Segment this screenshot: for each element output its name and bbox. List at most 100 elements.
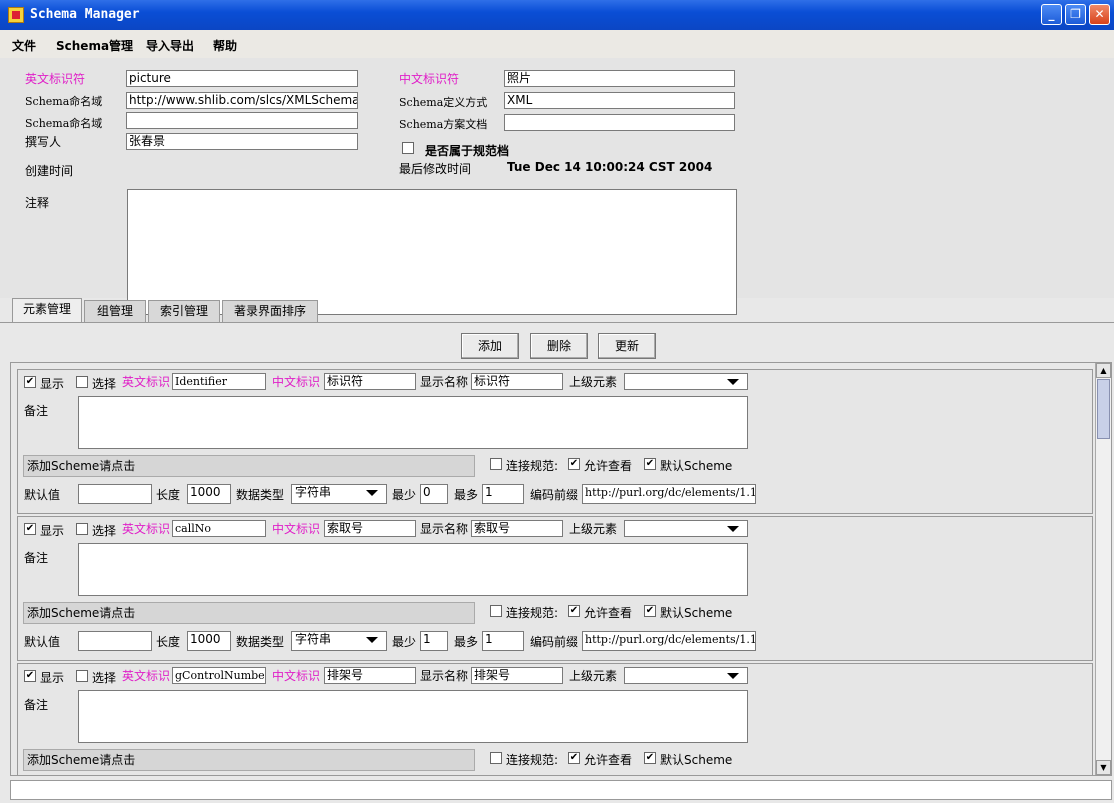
element-panel: ✔ 显示 选择 英文标识 Identifier 中文标识 标识符 显示名称 标识… — [17, 369, 1093, 514]
default-value-input[interactable] — [78, 631, 152, 651]
default-scheme-checkbox[interactable]: ✔ — [644, 605, 656, 617]
length-label: 长度 — [156, 488, 181, 502]
en-id-input[interactable]: picture — [126, 70, 358, 87]
chevron-down-icon — [366, 637, 378, 643]
data-type-select[interactable]: 字符串 — [291, 631, 387, 651]
select-checkbox[interactable] — [76, 523, 88, 535]
chevron-down-icon — [366, 490, 378, 496]
max-input[interactable]: 1 — [482, 484, 524, 504]
tab-element-management[interactable]: 元素管理 — [12, 298, 82, 323]
document-input[interactable] — [504, 114, 735, 131]
en-id-label: 英文标识 — [122, 375, 171, 389]
definition-input[interactable]: XML — [504, 92, 735, 109]
maximize-button[interactable]: ❐ — [1065, 4, 1086, 25]
en-id-label: 英文标识 — [122, 669, 171, 683]
show-checkbox[interactable]: ✔ — [24, 670, 36, 682]
cn-id-input[interactable]: 照片 — [504, 70, 735, 87]
title-bar: Schema Manager _ ❐ ✕ — [0, 0, 1114, 30]
norm-checkbox[interactable] — [402, 142, 414, 154]
parent-select[interactable] — [624, 520, 748, 537]
note-textarea[interactable] — [127, 189, 737, 315]
document-label: Schema方案文档 — [399, 118, 488, 131]
tab-catalog-order[interactable]: 著录界面排序 — [222, 300, 318, 323]
update-button[interactable]: 更新 — [598, 333, 656, 359]
remark-textarea[interactable] — [78, 396, 748, 449]
encoding-prefix-label: 编码前缀 — [530, 488, 579, 502]
length-input[interactable]: 1000 — [187, 484, 231, 504]
remark-textarea[interactable] — [78, 543, 748, 596]
namespace-input[interactable]: http://www.shlib.com/slcs/XMLSchema — [126, 92, 358, 109]
author-label: 撰写人 — [25, 135, 62, 149]
vertical-scrollbar[interactable]: ▲ ▼ — [1095, 363, 1111, 775]
menu-import-export[interactable]: 导入导出 — [146, 37, 194, 54]
modified-label: 最后修改时间 — [399, 162, 472, 176]
encoding-prefix-label: 编码前缀 — [530, 635, 579, 649]
max-input[interactable]: 1 — [482, 631, 524, 651]
min-input[interactable]: 0 — [420, 484, 448, 504]
data-type-value: 字符串 — [295, 485, 332, 499]
author-input[interactable]: 张春景 — [126, 133, 358, 150]
link-norm-checkbox[interactable] — [490, 458, 502, 470]
select-checkbox[interactable] — [76, 376, 88, 388]
max-label: 最多 — [454, 488, 479, 502]
chevron-down-icon — [727, 379, 739, 385]
element-list[interactable]: ✔ 显示 选择 英文标识 Identifier 中文标识 标识符 显示名称 标识… — [10, 362, 1112, 776]
close-button[interactable]: ✕ — [1089, 4, 1110, 25]
display-name-input[interactable]: 索取号 — [471, 520, 563, 537]
link-norm-checkbox[interactable] — [490, 752, 502, 764]
allow-view-label: 允许查看 — [584, 753, 633, 767]
allow-view-checkbox[interactable]: ✔ — [568, 752, 580, 764]
element-panel: ✔ 显示 选择 英文标识 gControlNumber 中文标识 排架号 显示名… — [17, 663, 1093, 775]
encoding-prefix-input[interactable]: http://purl.org/dc/elements/1.1/ — [582, 484, 756, 504]
minimize-button[interactable]: _ — [1041, 4, 1062, 25]
en-id-input[interactable]: Identifier — [172, 373, 266, 390]
allow-view-label: 允许查看 — [584, 606, 633, 620]
scroll-up-icon[interactable]: ▲ — [1096, 363, 1111, 378]
chevron-down-icon — [727, 526, 739, 532]
display-name-label: 显示名称 — [420, 375, 469, 389]
display-name-input[interactable]: 排架号 — [471, 667, 563, 684]
menu-file[interactable]: 文件 — [12, 37, 36, 54]
scroll-down-icon[interactable]: ▼ — [1096, 760, 1111, 775]
allow-view-checkbox[interactable]: ✔ — [568, 458, 580, 470]
parent-select[interactable] — [624, 373, 748, 390]
menu-schema[interactable]: Schema管理 — [56, 37, 133, 54]
add-scheme-button[interactable]: 添加Scheme请点击 — [23, 455, 475, 477]
delete-button[interactable]: 删除 — [530, 333, 588, 359]
show-checkbox[interactable]: ✔ — [24, 376, 36, 388]
tab-group-management[interactable]: 组管理 — [84, 300, 146, 323]
default-scheme-label: 默认Scheme — [660, 606, 733, 620]
cn-id-input[interactable]: 排架号 — [324, 667, 416, 684]
tab-index-management[interactable]: 索引管理 — [148, 300, 220, 323]
menu-help[interactable]: 帮助 — [213, 37, 237, 54]
namespace-label: Schema命名域 — [25, 95, 103, 108]
display-name-input[interactable]: 标识符 — [471, 373, 563, 390]
length-input[interactable]: 1000 — [187, 631, 231, 651]
add-scheme-button[interactable]: 添加Scheme请点击 — [23, 602, 475, 624]
en-id-input[interactable]: gControlNumber — [172, 667, 266, 684]
namespace2-input[interactable] — [126, 112, 358, 129]
default-value-input[interactable] — [78, 484, 152, 504]
remark-textarea[interactable] — [78, 690, 748, 743]
cn-id-input[interactable]: 索取号 — [324, 520, 416, 537]
add-button[interactable]: 添加 — [461, 333, 519, 359]
show-checkbox[interactable]: ✔ — [24, 523, 36, 535]
default-scheme-checkbox[interactable]: ✔ — [644, 458, 656, 470]
min-label: 最少 — [392, 488, 417, 502]
namespace2-label: Schema命名域 — [25, 117, 103, 130]
min-input[interactable]: 1 — [420, 631, 448, 651]
allow-view-checkbox[interactable]: ✔ — [568, 605, 580, 617]
add-scheme-button[interactable]: 添加Scheme请点击 — [23, 749, 475, 771]
select-checkbox[interactable] — [76, 670, 88, 682]
window-title: Schema Manager — [30, 7, 140, 22]
en-id-label: 英文标识符 — [25, 72, 86, 86]
en-id-input[interactable]: callNo — [172, 520, 266, 537]
scroll-thumb[interactable] — [1097, 379, 1110, 439]
parent-select[interactable] — [624, 667, 748, 684]
encoding-prefix-input[interactable]: http://purl.org/dc/elements/1.1/ — [582, 631, 756, 651]
cn-id-input[interactable]: 标识符 — [324, 373, 416, 390]
link-norm-checkbox[interactable] — [490, 605, 502, 617]
data-type-select[interactable]: 字符串 — [291, 484, 387, 504]
default-scheme-checkbox[interactable]: ✔ — [644, 752, 656, 764]
show-label: 显示 — [40, 524, 65, 538]
